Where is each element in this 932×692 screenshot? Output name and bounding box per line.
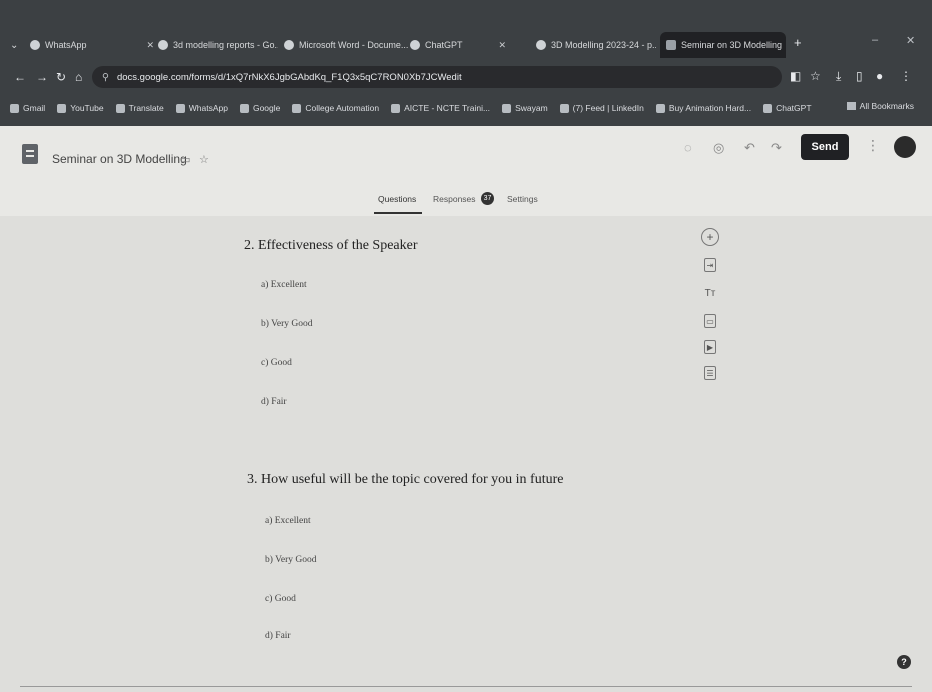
option-text[interactable]: b) Very Good [265,555,317,565]
all-bookmarks[interactable]: All Bookmarks [846,101,914,111]
bookmark-translate[interactable]: Translate [115,103,164,113]
tab-reports[interactable]: 3d modelling reports - Go... [158,32,278,58]
bookmark-star-icon[interactable]: ☆ [810,69,821,83]
folder-icon [846,102,856,110]
bookmark-college-automation[interactable]: College Automation [292,103,379,113]
option-text[interactable]: d) Fair [261,397,287,407]
redo-icon[interactable]: ↷ [771,140,782,156]
translate-icon [115,103,125,113]
option-text[interactable]: a) Excellent [261,280,307,290]
close-window-icon[interactable]: ✕ [906,34,915,47]
option-text[interactable]: d) Fair [265,631,291,641]
tab-chatgpt[interactable]: ChatGPT ✕ [410,32,520,58]
whatsapp-icon [175,103,185,113]
add-question-icon[interactable]: + [701,228,719,246]
google-icon [239,103,249,113]
minimize-icon[interactable]: – [872,34,878,46]
college-icon [292,103,302,113]
add-video-icon[interactable]: ▶ [704,340,716,354]
add-image-icon[interactable]: ▭ [704,314,716,328]
star-icon[interactable]: ☆ [199,153,209,166]
chrome-menu-icon[interactable]: ⋮ [900,69,912,83]
add-title-icon[interactable]: Tт [701,284,719,302]
store-icon [655,103,665,113]
tab-strip: ⌄ WhatsApp ✕ 3d modelling reports - Go..… [0,18,932,62]
forms-header: Seminar on 3D Modelling ▭ ☆ ◌ ◎ ↶ ↷ Send… [0,126,932,216]
customize-theme-icon[interactable]: ◌ [684,140,692,155]
tab-search-icon[interactable]: ⌄ [10,32,24,58]
new-tab-icon[interactable]: + [794,35,802,50]
form-title[interactable]: Seminar on 3D Modelling [52,152,187,166]
word-favicon-icon [284,40,294,50]
option-text[interactable]: c) Good [265,594,296,604]
option-text[interactable]: a) Excellent [265,516,311,526]
reading-list-icon[interactable]: ▯ [856,69,863,83]
more-options-icon[interactable]: ⋮ [866,137,880,154]
tab-modelling[interactable]: 3D Modelling 2023-24 - p... [536,32,656,58]
tab-questions[interactable]: Questions [378,194,416,204]
send-button[interactable]: Send [801,134,849,160]
move-to-folder-icon[interactable]: ▭ [180,153,190,166]
chatgpt-favicon-icon [410,40,420,50]
option-text[interactable]: c) Good [261,358,292,368]
avatar[interactable] [894,136,916,158]
profile-icon[interactable]: ● [876,69,883,83]
back-icon[interactable]: ← [14,70,26,84]
address-row: ← → ↻ ⌂ ⚲ docs.google.com/forms/d/1xQ7rN… [0,62,932,92]
tab-responses[interactable]: Responses [433,194,476,204]
bookmark-linkedin[interactable]: (7) Feed | LinkedIn [559,103,644,113]
tab-settings[interactable]: Settings [507,194,538,204]
divider [20,686,912,687]
whatsapp-favicon-icon [30,40,40,50]
gmail-icon [10,103,19,113]
swayam-icon [502,103,512,113]
close-tab-icon[interactable]: ✕ [499,40,507,51]
address-bar[interactable]: ⚲ docs.google.com/forms/d/1xQ7rNkX6JgbGA… [92,66,782,88]
youtube-icon [57,103,67,113]
linkedin-icon [559,103,569,113]
forms-logo-icon[interactable] [22,144,38,164]
responses-count-badge: 37 [481,192,494,205]
download-icon[interactable]: ⤓ [836,69,841,84]
reload-icon[interactable]: ↻ [56,70,66,84]
browser-chrome: ⌄ WhatsApp ✕ 3d modelling reports - Go..… [0,0,932,126]
bookmark-swayam[interactable]: Swayam [502,103,548,113]
active-tab-indicator [374,212,422,214]
extension-icon[interactable]: ◧ [790,69,801,83]
question-toolbar: + ⇥ Tт ▭ ▶ ☰ [694,228,726,428]
tab-whatsapp[interactable]: WhatsApp ✕ [30,32,160,58]
form-content: 2. Effectiveness of the Speaker a) Excel… [0,216,932,692]
bookmark-youtube[interactable]: YouTube [57,103,104,113]
option-text[interactable]: b) Very Good [261,319,313,329]
import-questions-icon[interactable]: ⇥ [704,258,716,272]
chatgpt-icon [763,103,773,113]
site-info-icon[interactable]: ⚲ [102,72,109,83]
question-title[interactable]: 3. How useful will be the topic covered … [247,472,563,488]
add-section-icon[interactable]: ☰ [704,366,716,380]
bookmark-chatgpt[interactable]: ChatGPT [763,103,812,113]
tab-word[interactable]: Microsoft Word - Docume... [284,32,408,58]
form-tabs: Questions Responses 37 Settings [0,190,932,216]
bookmark-gmail[interactable]: Gmail [10,103,45,113]
question-title[interactable]: 2. Effectiveness of the Speaker [244,238,418,254]
undo-icon[interactable]: ↶ [744,140,755,156]
home-icon[interactable]: ⌂ [75,70,82,84]
aicte-icon [391,103,401,113]
help-icon[interactable]: ? [897,655,911,669]
bookmark-whatsapp[interactable]: WhatsApp [175,103,228,113]
bookmark-aicte[interactable]: AICTE - NCTE Traini... [391,103,490,113]
close-tab-icon[interactable]: ✕ [147,40,155,51]
bookmarks-bar: Gmail YouTube Translate WhatsApp Google … [0,97,932,119]
bookmark-google[interactable]: Google [239,103,280,113]
forms-favicon-icon [666,40,676,50]
bookmark-animation[interactable]: Buy Animation Hard... [655,103,751,113]
forward-icon[interactable]: → [36,70,48,84]
preview-icon[interactable]: ◎ [713,140,724,156]
docs-favicon-icon [158,40,168,50]
mail-favicon-icon [536,40,546,50]
tab-seminar-active[interactable]: Seminar on 3D Modelling ✕ [660,32,786,58]
